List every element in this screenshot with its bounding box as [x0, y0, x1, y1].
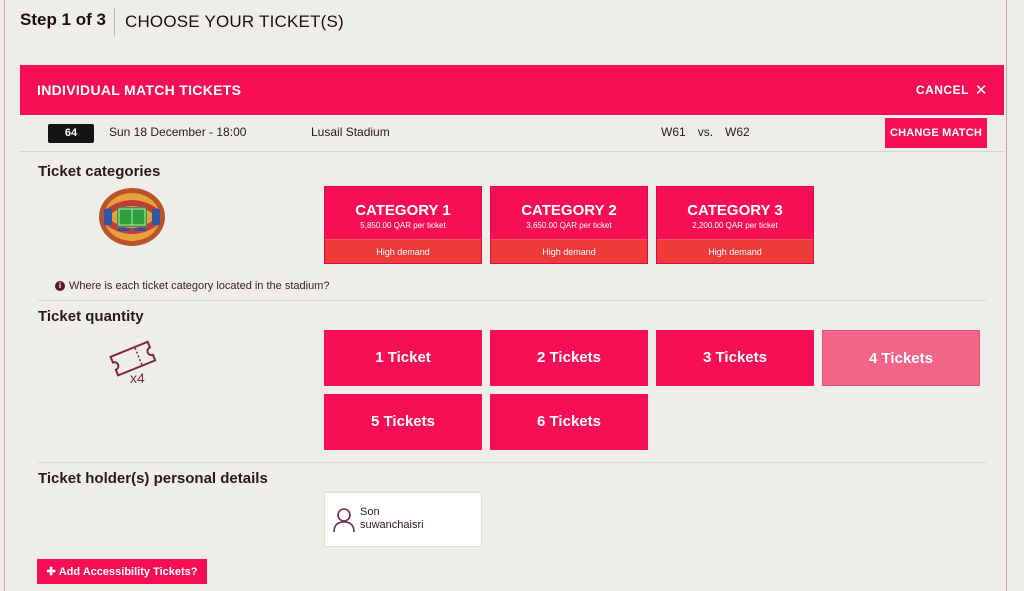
- versus-label: vs.: [697, 125, 714, 139]
- match-tickets-panel: INDIVIDUAL MATCH TICKETS CANCEL ✕ 64 Sun…: [20, 65, 1004, 591]
- step-header: Step 1 of 3 CHOOSE YOUR TICKET(S): [20, 8, 344, 36]
- category-3-button[interactable]: CATEGORY 3 2,200.00 QAR per ticket High …: [656, 186, 814, 264]
- category-location-link-label: Where is each ticket category located in…: [69, 280, 330, 292]
- ticket-quantity-title: Ticket quantity: [38, 308, 144, 325]
- category-price: 5,850.00 QAR per ticket: [360, 221, 446, 230]
- frame-border-right: [1006, 0, 1007, 591]
- quantity-6-button[interactable]: 6 Tickets: [490, 394, 648, 450]
- section-divider: [38, 300, 986, 301]
- stadium-map-icon: [99, 188, 165, 246]
- change-match-button[interactable]: CHANGE MATCH: [885, 118, 987, 148]
- team-home: W61: [661, 125, 686, 139]
- demand-badge: High demand: [491, 239, 647, 263]
- panel-title: INDIVIDUAL MATCH TICKETS: [37, 82, 242, 98]
- quantity-3-button[interactable]: 3 Tickets: [656, 330, 814, 386]
- ticket-categories-title: Ticket categories: [38, 163, 161, 180]
- ticket-icon: x4: [109, 340, 157, 386]
- ticket-holder-card[interactable]: Son suwanchaisri: [324, 492, 482, 547]
- add-accessibility-label: Add Accessibility Tickets?: [58, 565, 198, 578]
- section-divider: [38, 462, 986, 463]
- category-location-link[interactable]: i Where is each ticket category located …: [55, 280, 329, 292]
- category-price: 2,200.00 QAR per ticket: [692, 221, 778, 230]
- category-price: 3,650.00 QAR per ticket: [526, 221, 612, 230]
- match-date: Sun 18 December - 18:00: [109, 125, 247, 139]
- quantity-5-button[interactable]: 5 Tickets: [324, 394, 482, 450]
- step-number: Step 1 of 3: [20, 8, 115, 36]
- quantity-4-button[interactable]: 4 Tickets: [822, 330, 980, 386]
- info-icon: i: [55, 281, 65, 291]
- step-title: CHOOSE YOUR TICKET(S): [124, 12, 344, 31]
- ticket-count-label: x4: [130, 370, 145, 386]
- holder-last-name: suwanchaisri: [360, 519, 424, 531]
- match-venue: Lusail Stadium: [311, 125, 390, 139]
- demand-badge: High demand: [657, 239, 813, 263]
- cancel-button[interactable]: CANCEL ✕: [916, 81, 988, 99]
- category-2-button[interactable]: CATEGORY 2 3,650.00 QAR per ticket High …: [490, 186, 648, 264]
- category-name: CATEGORY 3: [687, 202, 783, 219]
- ticket-holder-name: Son suwanchaisri: [360, 506, 424, 532]
- match-number-badge: 64: [48, 124, 94, 143]
- team-away: W62: [725, 125, 750, 139]
- category-name: CATEGORY 1: [355, 202, 451, 219]
- quantity-2-button[interactable]: 2 Tickets: [490, 330, 648, 386]
- demand-badge: High demand: [325, 239, 481, 263]
- ticket-holders-title: Ticket holder(s) personal details: [38, 470, 268, 487]
- cancel-label: CANCEL: [915, 83, 969, 97]
- plus-icon: ✚: [46, 566, 56, 578]
- category-1-button[interactable]: CATEGORY 1 5,850.00 QAR per ticket High …: [324, 186, 482, 264]
- panel-header: INDIVIDUAL MATCH TICKETS CANCEL ✕: [20, 65, 1004, 115]
- match-row: 64 Sun 18 December - 18:00 Lusail Stadiu…: [20, 115, 1004, 152]
- add-accessibility-tickets-button[interactable]: ✚ Add Accessibility Tickets?: [37, 559, 207, 584]
- holder-first-name: Son: [360, 506, 380, 518]
- frame-border-left: [4, 0, 5, 591]
- user-icon: [333, 508, 355, 533]
- match-teams: W61 vs. W62: [661, 125, 750, 139]
- category-name: CATEGORY 2: [521, 202, 617, 219]
- quantity-1-button[interactable]: 1 Ticket: [324, 330, 482, 386]
- close-icon: ✕: [974, 82, 988, 99]
